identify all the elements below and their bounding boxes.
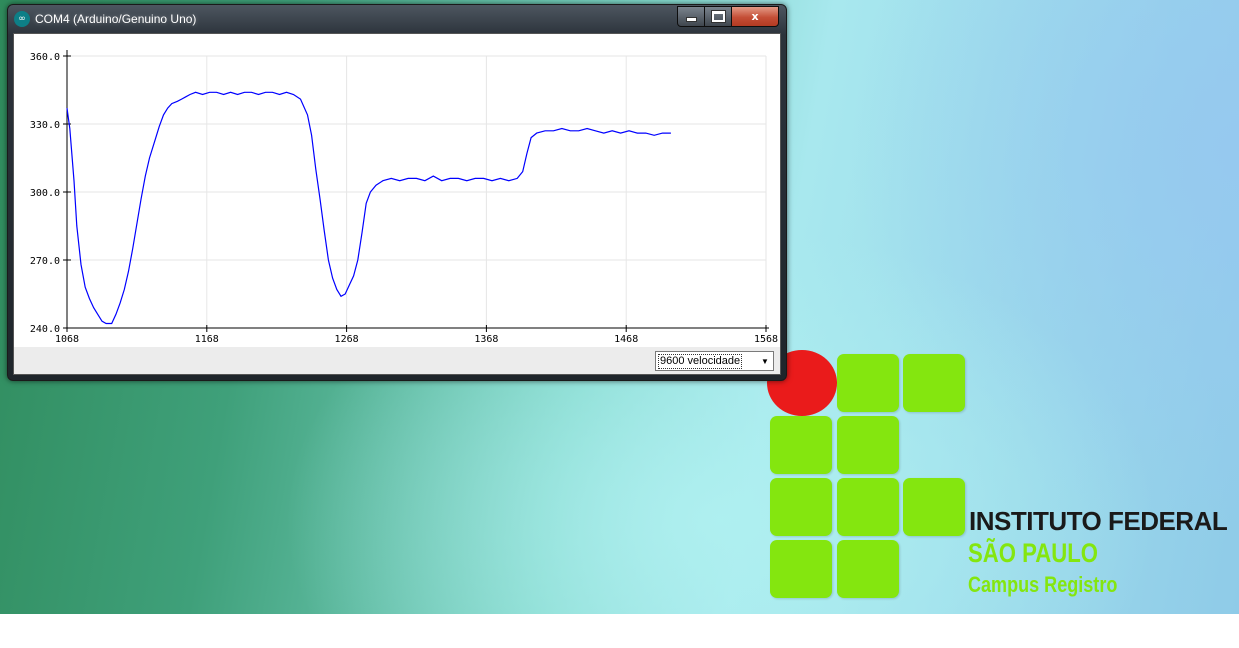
close-button[interactable]: x — [731, 6, 779, 27]
logo-text-institute: INSTITUTO FEDERAL — [969, 506, 1228, 536]
arduino-icon: ∞ — [14, 11, 30, 27]
x-tick-label: 1268 — [335, 334, 359, 345]
status-bar: 9600 velocidade ▼ — [14, 347, 780, 374]
y-tick-label: 300.0 — [30, 188, 60, 199]
series-line — [66, 91, 671, 325]
minimize-button[interactable] — [677, 6, 705, 27]
logo-text-campus: Campus Registro — [968, 572, 1118, 597]
serial-plotter-window: ∞ COM4 (Arduino/Genuino Uno) x 240.0 270.… — [7, 4, 787, 381]
maximize-button[interactable] — [704, 6, 732, 27]
logo-square — [837, 354, 899, 412]
y-tick-label: 270.0 — [30, 256, 60, 267]
x-tick-label: 1068 — [55, 334, 79, 345]
maximize-icon — [711, 11, 725, 22]
baud-rate-select[interactable]: 9600 velocidade ▼ — [655, 351, 774, 371]
baud-rate-value: 9600 velocidade — [658, 354, 743, 369]
plot-area: 240.0 270.0 300.0 330.0 360.0 1068 1168 1268 136… — [14, 34, 780, 347]
logo-square — [770, 540, 832, 598]
logo-square — [837, 416, 899, 474]
desktop-background: INSTITUTO FEDERAL SÃO PAULO Campus Regis… — [0, 0, 1239, 614]
close-icon: x — [751, 10, 759, 23]
x-tick-label: 1468 — [614, 334, 638, 345]
chevron-down-icon[interactable]: ▼ — [757, 352, 773, 370]
logo-square — [770, 416, 832, 474]
y-tick-label: 330.0 — [30, 120, 60, 131]
minimize-icon — [685, 17, 697, 22]
x-tick-label: 1568 — [754, 334, 778, 345]
title-bar[interactable]: ∞ COM4 (Arduino/Genuino Uno) x — [8, 5, 786, 33]
logo-square — [903, 478, 965, 536]
logo-square — [837, 478, 899, 536]
logo-text-state: SÃO PAULO — [968, 538, 1098, 568]
serial-plot-chart: 240.0270.0300.0330.0360.01068 1168 1268 136… — [30, 50, 778, 345]
logo-square — [770, 478, 832, 536]
plotter-client-area: 240.0 270.0 300.0 330.0 360.0 1068 1168 1268 136… — [13, 33, 781, 375]
logo-square — [903, 354, 965, 412]
x-tick-label: 1368 — [474, 334, 498, 345]
window-title: COM4 (Arduino/Genuino Uno) — [35, 12, 197, 26]
x-tick-label: 1168 — [195, 334, 219, 345]
logo-square — [837, 540, 899, 598]
y-tick-label: 360.0 — [30, 52, 60, 63]
